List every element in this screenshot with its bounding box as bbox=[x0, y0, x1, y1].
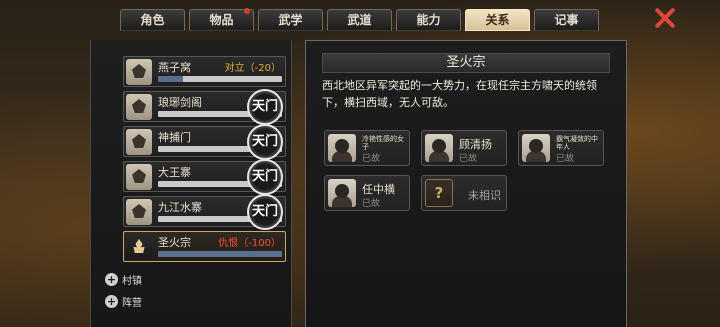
notification-dot-icon bbox=[244, 8, 250, 14]
member-card-unknown[interactable]: 未相识 bbox=[421, 175, 507, 211]
tab-label: 能力 bbox=[416, 13, 441, 27]
portrait-icon bbox=[522, 134, 550, 162]
tianmen-seal-icon: 天门 bbox=[247, 194, 283, 230]
relation-bar-fill bbox=[158, 76, 183, 82]
tianmen-seal-icon: 天门 bbox=[247, 89, 283, 125]
relation-bar bbox=[158, 76, 282, 82]
member-name: 任中横 bbox=[362, 183, 395, 196]
tab-items[interactable]: 物品 bbox=[189, 8, 254, 31]
sect-list[interactable]: 燕子窝 对立（-20） 琅琊剑阁 天门 神捕门 天门 大王寨 天门 九江水寨 天… bbox=[123, 40, 288, 270]
sect-description: 西北地区异军突起的一大势力，在现任宗主方啸天的统领下，横扫西域，无人可敌。 bbox=[322, 79, 597, 109]
member-name: 霸气凝敛的中年人 bbox=[556, 135, 598, 151]
tab-label: 关系 bbox=[485, 13, 510, 27]
sect-name: 圣火宗 bbox=[158, 236, 191, 249]
sect-emblem-icon bbox=[126, 94, 152, 120]
sect-item[interactable]: 燕子窝 对立（-20） bbox=[123, 56, 286, 87]
tab-character[interactable]: 角色 bbox=[120, 9, 185, 31]
tab-bar: 角色 物品 武学 武道 能力 关系 记事 bbox=[120, 8, 599, 31]
sect-list-panel: 燕子窝 对立（-20） 琅琊剑阁 天门 神捕门 天门 大王寨 天门 九江水寨 天… bbox=[90, 40, 292, 327]
tab-martial-way[interactable]: 武道 bbox=[327, 9, 392, 31]
tab-journal[interactable]: 记事 bbox=[534, 9, 599, 31]
portrait-icon bbox=[328, 134, 356, 162]
sect-name: 燕子窝 bbox=[158, 61, 191, 74]
member-card[interactable]: 顾清扬 已故 bbox=[421, 130, 507, 166]
sect-name: 琅琊剑阁 bbox=[158, 96, 202, 109]
portrait-icon bbox=[328, 179, 356, 207]
close-x-icon[interactable] bbox=[652, 6, 678, 30]
member-name: 未相识 bbox=[468, 189, 501, 202]
sect-name: 神捕门 bbox=[158, 131, 191, 144]
expander-label: 村镇 bbox=[122, 275, 142, 287]
sect-emblem-icon bbox=[126, 164, 152, 190]
sect-emblem-icon bbox=[126, 129, 152, 155]
sect-name: 九江水寨 bbox=[158, 201, 202, 214]
member-status: 已故 bbox=[556, 154, 575, 164]
member-name: 冷艳性感的女子 bbox=[362, 135, 404, 151]
sect-item[interactable]: 大王寨 天门 bbox=[123, 159, 286, 195]
sect-item[interactable]: 琅琊剑阁 天门 bbox=[123, 89, 286, 125]
relation-bar-fill bbox=[158, 251, 282, 257]
member-name: 顾清扬 bbox=[459, 138, 492, 151]
member-status: 已故 bbox=[362, 199, 381, 209]
member-status: 已故 bbox=[362, 154, 381, 164]
relation-bar bbox=[158, 251, 282, 257]
expand-factions[interactable]: + 阵营 bbox=[105, 293, 142, 309]
tab-relations[interactable]: 关系 bbox=[465, 9, 530, 31]
member-card[interactable]: 霸气凝敛的中年人 已故 bbox=[518, 130, 604, 166]
tianmen-seal-icon: 天门 bbox=[247, 159, 283, 195]
unknown-question-icon bbox=[425, 179, 453, 207]
sect-item[interactable]: 神捕门 天门 bbox=[123, 124, 286, 160]
expander-label: 阵营 bbox=[122, 297, 142, 309]
sect-name: 大王寨 bbox=[158, 166, 191, 179]
flame-emblem-icon bbox=[126, 234, 152, 260]
plus-icon: + bbox=[105, 294, 118, 308]
tab-label: 武学 bbox=[278, 13, 303, 27]
tab-label: 物品 bbox=[209, 13, 234, 27]
portrait-icon bbox=[425, 134, 453, 162]
sect-emblem-icon bbox=[126, 59, 152, 85]
sect-detail-panel: 圣火宗 西北地区异军突起的一大势力，在现任宗主方啸天的统领下，横扫西域，无人可敌… bbox=[305, 40, 627, 327]
plus-icon: + bbox=[105, 272, 118, 286]
tab-label: 武道 bbox=[347, 13, 372, 27]
member-card[interactable]: 任中横 已故 bbox=[324, 175, 410, 211]
tab-label: 记事 bbox=[554, 13, 579, 27]
member-card[interactable]: 冷艳性感的女子 已故 bbox=[324, 130, 410, 166]
tab-martial-arts[interactable]: 武学 bbox=[258, 9, 323, 31]
expand-villages[interactable]: + 村镇 bbox=[105, 271, 142, 287]
sect-title: 圣火宗 bbox=[322, 53, 610, 73]
sect-item[interactable]: 九江水寨 天门 bbox=[123, 194, 286, 230]
tab-abilities[interactable]: 能力 bbox=[396, 9, 461, 31]
sect-item-selected[interactable]: 圣火宗 仇恨（-100） bbox=[123, 231, 286, 262]
tianmen-seal-icon: 天门 bbox=[247, 124, 283, 160]
member-status: 已故 bbox=[459, 154, 478, 164]
tab-label: 角色 bbox=[140, 13, 165, 27]
sect-relation-status: 仇恨（-100） bbox=[218, 238, 281, 249]
sect-relation-status: 对立（-20） bbox=[224, 63, 281, 74]
sect-emblem-icon bbox=[126, 199, 152, 225]
